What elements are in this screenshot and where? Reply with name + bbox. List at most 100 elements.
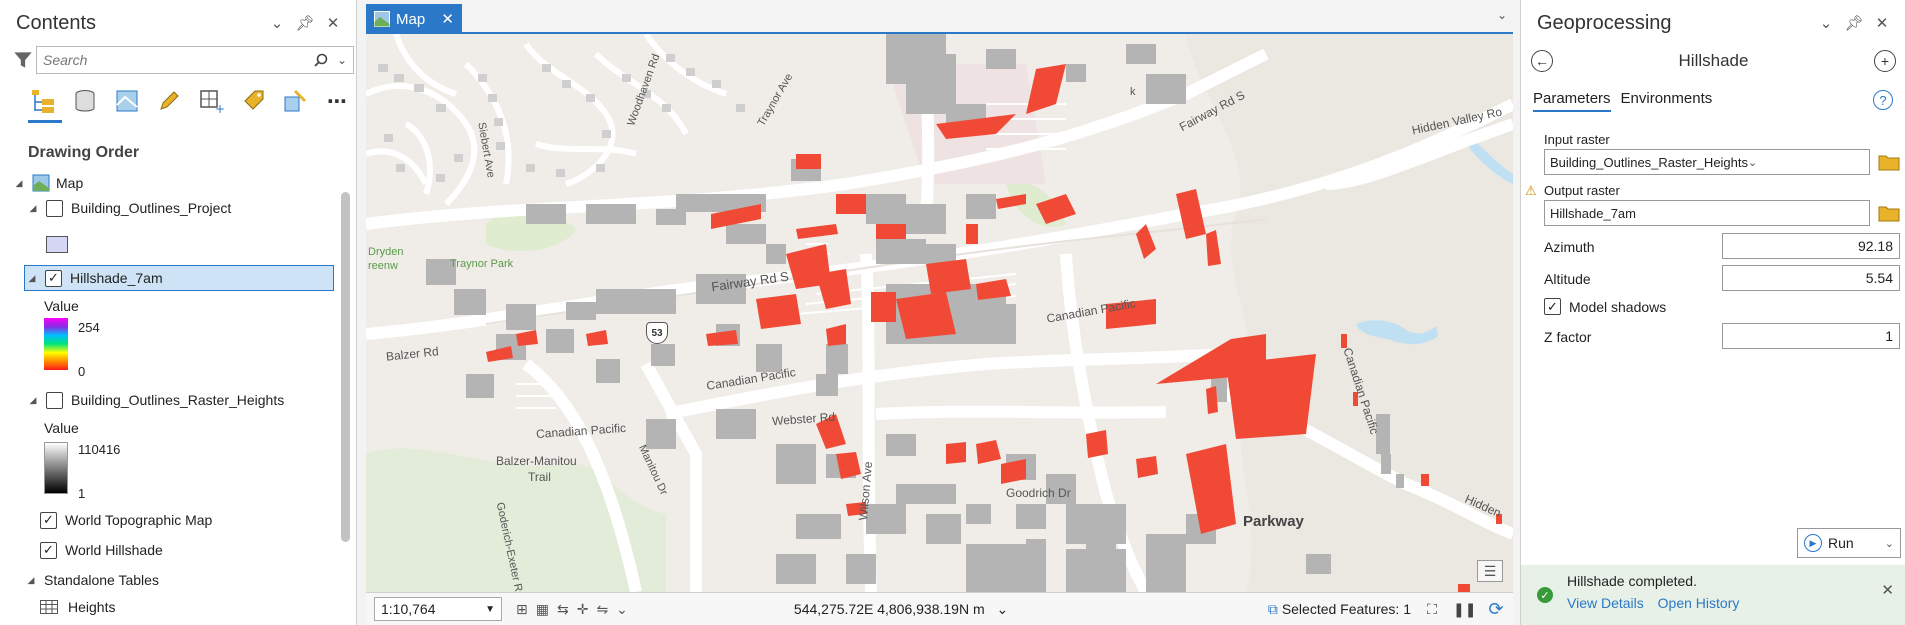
output-raster-input[interactable]: Hillshade_7am	[1544, 200, 1870, 226]
chevron-down-icon: ▼	[485, 603, 495, 615]
pause-icon[interactable]: ❚❚	[1453, 601, 1476, 618]
tab-map[interactable]: Map ✕	[366, 4, 462, 34]
input-raster-select[interactable]: Building_Outlines_Raster_Heights ⌄	[1544, 149, 1870, 175]
search-input[interactable]: Search ⌄	[36, 46, 354, 74]
layer-visibility-checkbox[interactable]: ✓	[40, 511, 57, 529]
polygon-swatch	[46, 236, 68, 253]
list-by-source-icon[interactable]	[70, 86, 100, 116]
legend-low: 0	[78, 364, 86, 379]
close-icon[interactable]: ✕	[322, 14, 344, 32]
navigator-icon[interactable]: ⇆	[557, 601, 569, 618]
map-label: Parkway	[1243, 513, 1304, 530]
z-factor-input[interactable]: 1	[1722, 323, 1900, 349]
scale-selector[interactable]: 1:10,764 ▼	[374, 597, 502, 621]
list-by-selection-icon[interactable]	[112, 86, 142, 116]
chevron-down-icon[interactable]: ⌄	[1885, 537, 1894, 550]
layer-hillshade-7am[interactable]: ◢ ✓ Hillshade_7am	[24, 265, 334, 291]
layer-world-topographic-map[interactable]: ✓ World Topographic Map	[40, 507, 212, 533]
crosshair-icon[interactable]: ✛	[577, 601, 589, 618]
open-history-link[interactable]: Open History	[1658, 595, 1740, 611]
map-label: Traynor Park	[450, 258, 514, 270]
map-icon	[32, 174, 50, 192]
model-shadows-label: Model shadows	[1569, 298, 1667, 315]
search-icon[interactable]	[313, 52, 329, 68]
map-label: Balzer-Manitou	[496, 454, 577, 468]
close-icon[interactable]: ✕	[1881, 581, 1894, 599]
highway-shield: 53	[646, 322, 668, 344]
altitude-input[interactable]: 5.54	[1722, 265, 1900, 291]
list-by-perspective-icon[interactable]	[280, 86, 310, 116]
layer-visibility-checkbox[interactable]	[46, 199, 63, 217]
model-shadows-checkbox[interactable]: ✓	[1544, 298, 1561, 315]
status-tools: ⊞ ▦ ⇆ ✛ ⇋ ⌄	[516, 601, 628, 618]
contents-toolbar: + ⋯	[28, 86, 352, 116]
expand-triangle-icon[interactable]: ◢	[26, 203, 40, 214]
table-icon	[40, 600, 58, 614]
map-view[interactable]: Fairway Rd S Fairway Rd S Canadian Pacif…	[366, 34, 1513, 592]
map-overview-icon[interactable]: ☰	[1477, 560, 1503, 582]
model-shadows-row[interactable]: ✓ Model shadows	[1544, 298, 1666, 315]
folder-icon[interactable]	[1878, 204, 1900, 222]
back-icon[interactable]: ←	[1531, 50, 1553, 72]
contents-search-row: Search ⌄	[10, 46, 354, 74]
chevron-down-icon[interactable]: ⌄	[997, 601, 1009, 617]
close-icon[interactable]: ✕	[441, 10, 454, 28]
status-message: Hillshade completed.	[1567, 573, 1697, 589]
layer-visibility-checkbox[interactable]	[46, 391, 63, 409]
expand-triangle-icon[interactable]: ◢	[12, 178, 26, 189]
map-pane: Map ✕ ⌄ Fairway Rd S Fairway Rd S Canadi…	[366, 0, 1513, 625]
tab-environments[interactable]: Environments	[1621, 90, 1713, 112]
layer-label: Hillshade_7am	[70, 270, 163, 286]
pin-icon[interactable]: 📌︎	[1843, 14, 1865, 32]
run-button[interactable]: ▶ Run ⌄	[1797, 528, 1901, 558]
map-canvas[interactable]	[366, 34, 1513, 592]
expand-triangle-icon[interactable]: ◢	[26, 395, 40, 406]
map-label: Goodrich Dr	[1006, 486, 1071, 500]
chevron-down-icon[interactable]: ⌄	[616, 601, 628, 618]
help-icon[interactable]: ?	[1873, 90, 1893, 110]
scale-value: 1:10,764	[381, 601, 436, 617]
list-by-drawing-order-icon[interactable]	[28, 86, 58, 116]
folder-icon[interactable]	[1878, 153, 1900, 171]
layer-building-outlines-project[interactable]: ◢ Building_Outlines_Project	[26, 195, 231, 221]
expand-triangle-icon[interactable]: ◢	[25, 273, 39, 284]
legend-color-ramp	[44, 318, 68, 370]
layer-world-hillshade[interactable]: ✓ World Hillshade	[40, 537, 163, 563]
layer-visibility-checkbox[interactable]: ✓	[45, 269, 62, 287]
snapping-icon[interactable]: ⛶	[1421, 601, 1443, 618]
input-raster-value: Building_Outlines_Raster_Heights	[1550, 154, 1749, 170]
list-by-editing-icon[interactable]	[154, 86, 184, 116]
status-links: View Details Open History	[1567, 595, 1881, 611]
table-heights[interactable]: Heights	[40, 594, 115, 620]
tool-title: Hillshade	[1678, 51, 1749, 70]
pin-icon[interactable]: 📌︎	[294, 14, 316, 32]
chevron-down-icon[interactable]: ⌄	[266, 14, 288, 32]
layer-visibility-checkbox[interactable]: ✓	[40, 541, 57, 559]
grid-snap-icon[interactable]: ⊞	[516, 601, 528, 618]
standalone-tables-group[interactable]: ◢ Standalone Tables	[24, 567, 159, 593]
chevron-down-icon[interactable]: ⌄	[1815, 14, 1837, 32]
tab-parameters[interactable]: Parameters	[1533, 90, 1611, 112]
layer-map[interactable]: ◢ Map	[12, 170, 83, 196]
expand-triangle-icon[interactable]: ◢	[24, 575, 38, 586]
flip-icon[interactable]: ⇋	[596, 601, 608, 618]
add-icon[interactable]: +	[1874, 50, 1896, 72]
selected-features-text: Selected Features: 1	[1281, 601, 1411, 617]
list-by-labeling-icon[interactable]	[238, 86, 268, 116]
layer-raster-heights[interactable]: ◢ Building_Outlines_Raster_Heights	[26, 387, 284, 413]
chevron-down-icon[interactable]: ⌄	[1497, 8, 1507, 22]
list-by-snapping-icon[interactable]: +	[196, 86, 226, 116]
selected-features[interactable]: ⧉ Selected Features: 1	[1268, 601, 1411, 618]
filter-icon[interactable]	[10, 47, 36, 73]
azimuth-input[interactable]: 92.18	[1722, 233, 1900, 259]
layer-label: World Hillshade	[65, 542, 163, 558]
refresh-icon[interactable]: ⟳	[1485, 599, 1507, 620]
view-details-link[interactable]: View Details	[1567, 595, 1644, 611]
more-icon[interactable]: ⋯	[322, 86, 352, 116]
table-grid-icon[interactable]: ▦	[536, 601, 549, 618]
contents-scrollbar[interactable]	[341, 192, 350, 542]
legend-gray-ramp	[44, 442, 68, 494]
chevron-down-icon[interactable]: ⌄	[337, 53, 347, 67]
output-raster-value: Hillshade_7am	[1550, 205, 1636, 221]
close-icon[interactable]: ✕	[1871, 14, 1893, 32]
